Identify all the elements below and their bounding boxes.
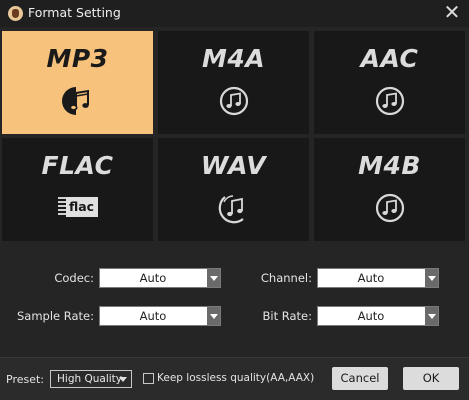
- flac-badge-text: flac: [65, 197, 98, 217]
- format-grid: MP3 M4A AAC FLAC flac WAV M4B: [2, 31, 468, 241]
- format-tile-aac[interactable]: AAC: [314, 31, 465, 134]
- chevron-down-icon: [207, 307, 220, 325]
- ok-button[interactable]: OK: [403, 367, 459, 390]
- chevron-down-icon: [425, 307, 438, 325]
- preset-label: Preset:: [6, 373, 45, 386]
- keep-lossless-label[interactable]: Keep lossless quality(AA,AAX): [157, 372, 314, 384]
- chevron-down-icon: [207, 269, 220, 287]
- format-tile-wav[interactable]: WAV: [158, 138, 309, 241]
- bit-rate-label: Bit Rate:: [262, 309, 313, 323]
- codec-label: Codec:: [54, 271, 94, 285]
- format-tile-mp3[interactable]: MP3: [2, 31, 153, 134]
- format-name: FLAC: [41, 151, 114, 180]
- format-name: AAC: [360, 44, 419, 73]
- music-note-swirl-icon: [158, 192, 309, 224]
- channel-select[interactable]: Auto: [317, 268, 439, 288]
- flac-badge-icon: flac: [2, 192, 153, 224]
- app-logo-icon: [8, 6, 23, 21]
- format-name: WAV: [200, 151, 267, 180]
- close-icon[interactable]: ✕: [440, 0, 464, 26]
- format-tile-m4b[interactable]: M4B: [314, 138, 465, 241]
- music-note-circle-icon: [314, 192, 465, 224]
- cancel-button[interactable]: Cancel: [332, 367, 388, 390]
- sample-rate-label: Sample Rate:: [16, 309, 94, 323]
- music-note-half-icon: [2, 85, 153, 117]
- bit-rate-select[interactable]: Auto: [317, 306, 439, 326]
- sample-rate-select[interactable]: Auto: [99, 306, 221, 326]
- bit-rate-value: Auto: [357, 309, 385, 323]
- chevron-down-icon: [425, 269, 438, 287]
- format-tile-m4a[interactable]: M4A: [158, 31, 309, 134]
- channel-label: Channel:: [260, 271, 312, 285]
- format-name: M4B: [358, 151, 421, 180]
- window-title: Format Setting: [28, 5, 121, 20]
- music-note-circle-icon: [158, 85, 309, 117]
- chevron-down-icon: [119, 377, 127, 382]
- sample-rate-value: Auto: [139, 309, 167, 323]
- format-name: M4A: [201, 44, 266, 73]
- preset-value: High Quality: [57, 373, 122, 385]
- format-name: MP3: [46, 44, 109, 73]
- format-tile-flac[interactable]: FLAC flac: [2, 138, 153, 241]
- codec-select[interactable]: Auto: [99, 268, 221, 288]
- keep-lossless-checkbox[interactable]: [143, 373, 154, 384]
- preset-select[interactable]: High Quality: [50, 370, 132, 388]
- channel-value: Auto: [357, 271, 385, 285]
- codec-value: Auto: [139, 271, 167, 285]
- music-note-circle-icon: [314, 85, 465, 117]
- title-bar: Format Setting ✕: [0, 0, 469, 27]
